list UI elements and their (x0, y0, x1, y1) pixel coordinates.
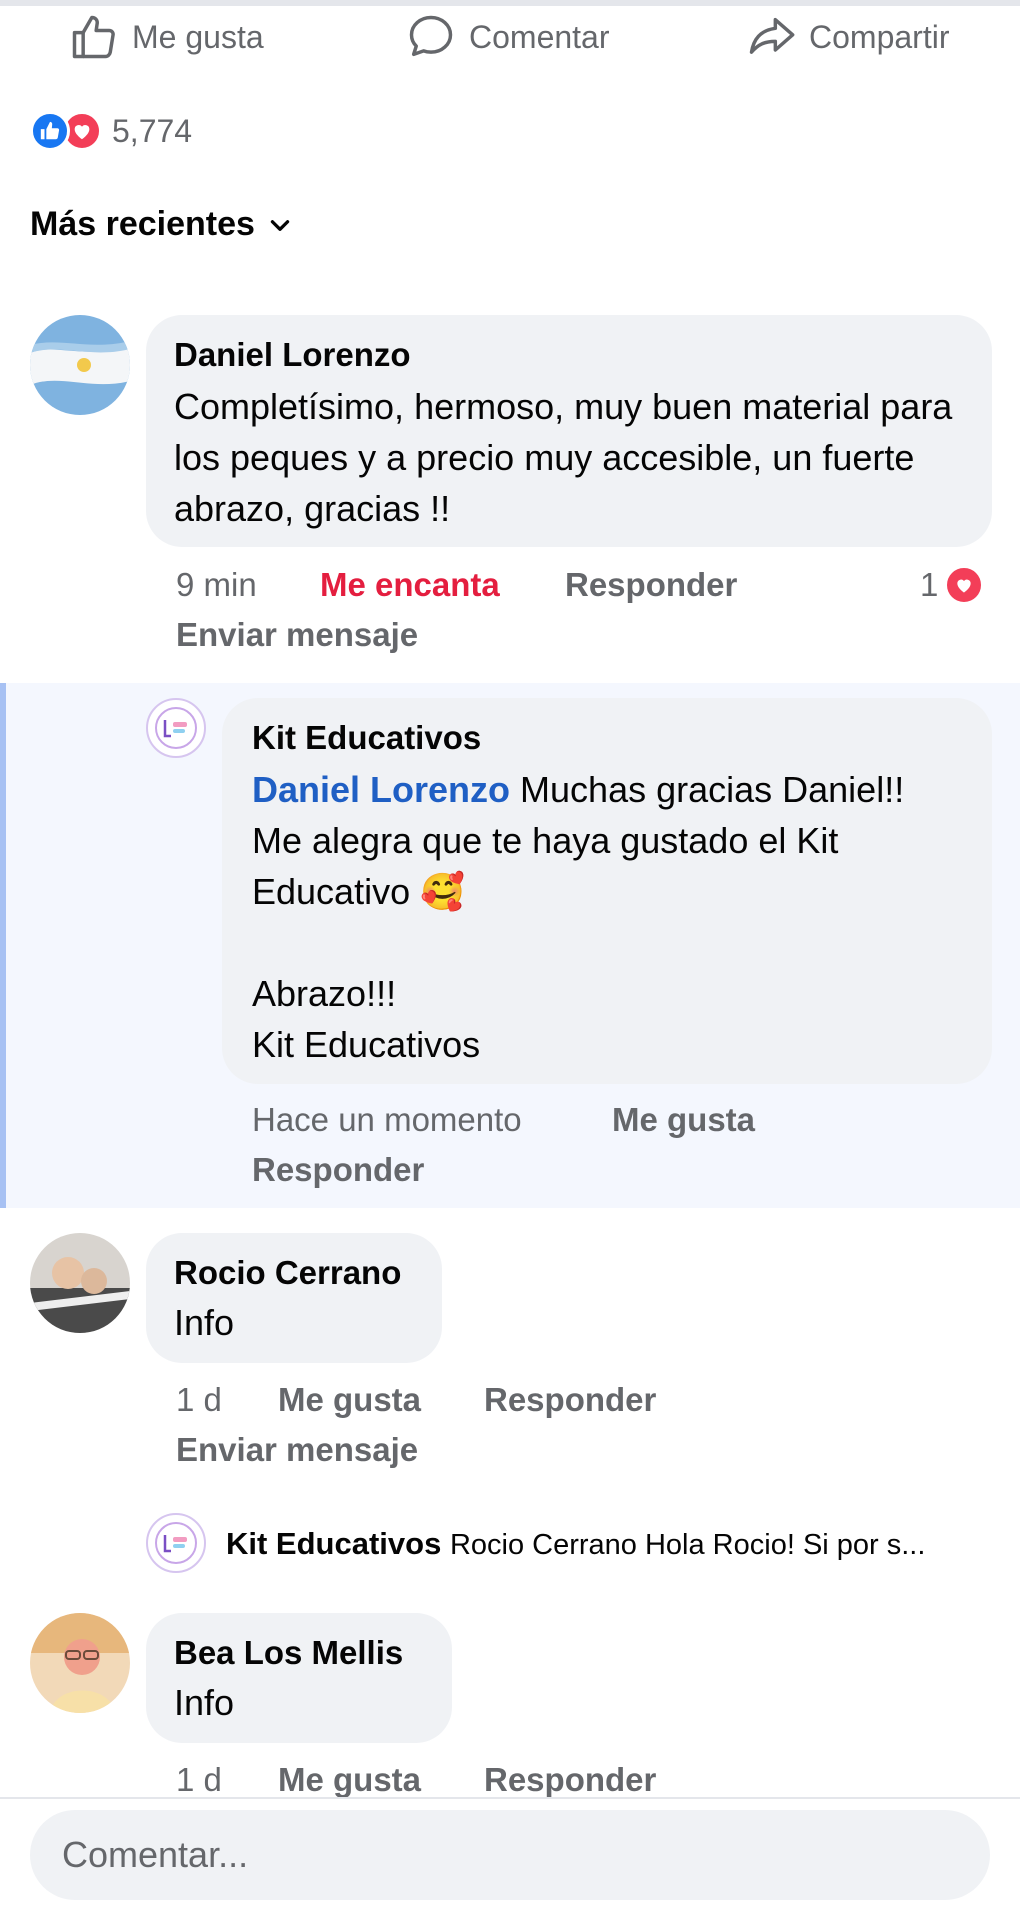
reply-button[interactable]: Responder (565, 565, 737, 605)
love-reaction-button[interactable]: Me encanta (320, 565, 500, 605)
reaction-count-number: 1 (920, 566, 939, 603)
comment-text: Info (174, 1302, 235, 1343)
like-reaction-icon (30, 111, 70, 151)
comment-reaction-count[interactable]: 1 (920, 565, 985, 605)
share-button[interactable]: Compartir (745, 6, 949, 68)
comment-bubble: Bea Los Mellis Info (146, 1613, 452, 1743)
comment-button[interactable]: Comentar (405, 6, 610, 68)
share-label: Compartir (809, 18, 950, 55)
comment-author[interactable]: Rocio Cerrano (174, 1253, 414, 1293)
reply-reply-button[interactable]: Responder (252, 1150, 424, 1190)
like-comment-button[interactable]: Me gusta (278, 1380, 421, 1420)
reply-text: Muchas gracias Daniel!! Me alegra que te… (252, 769, 905, 1065)
comment-time: 9 min (176, 566, 257, 603)
love-icon (944, 565, 985, 605)
share-icon (749, 17, 795, 54)
comment-bubble: Daniel Lorenzo Completísimo, hermoso, mu… (146, 315, 992, 547)
comment-author[interactable]: Daniel Lorenzo (174, 335, 964, 375)
reply-preview[interactable]: Kit Educativos Rocio Cerrano Hola Rocio!… (226, 1524, 986, 1565)
comment-text: Info (174, 1682, 235, 1723)
reaction-count: 5,774 (112, 112, 193, 149)
avatar-daniel-lorenzo[interactable] (30, 315, 130, 415)
reply-button[interactable]: Responder (484, 1760, 656, 1800)
reply-like-button[interactable]: Me gusta (612, 1100, 755, 1140)
reply-button[interactable]: Responder (484, 1380, 656, 1420)
send-message-button[interactable]: Enviar mensaje (176, 1430, 418, 1470)
reply-thread-indicator (0, 683, 6, 1208)
comment-text: Completísimo, hermoso, muy buen material… (174, 386, 963, 529)
reply-bubble: Kit Educativos Daniel Lorenzo Muchas gra… (222, 698, 992, 1084)
thumbs-up-icon (72, 15, 115, 59)
avatar-kit-educativos[interactable] (146, 1513, 206, 1573)
sort-label: Más recientes (30, 205, 255, 243)
sort-dropdown[interactable]: Más recientes (30, 205, 293, 244)
send-message-button[interactable]: Enviar mensaje (176, 615, 418, 655)
like-comment-button[interactable]: Me gusta (278, 1760, 421, 1800)
like-button[interactable]: Me gusta (68, 6, 264, 68)
avatar-rocio-cerrano[interactable] (30, 1233, 130, 1333)
reactions-summary[interactable]: 5,774 (30, 108, 192, 154)
avatar-kit-educativos[interactable] (146, 698, 206, 758)
reply-text-block: Daniel Lorenzo Muchas gracias Daniel!! M… (252, 764, 962, 1070)
reply-preview-text: Rocio Cerrano Hola Rocio! Si por s... (449, 1529, 926, 1561)
composer-divider (0, 1797, 1020, 1799)
comment-label: Comentar (469, 18, 610, 55)
like-label: Me gusta (132, 18, 264, 55)
reply-preview-author: Kit Educativos (226, 1526, 442, 1561)
comment-input[interactable] (30, 1810, 990, 1900)
reply-author[interactable]: Kit Educativos (252, 718, 962, 758)
chevron-down-icon (270, 219, 290, 231)
comment-time: 1 d (176, 1381, 222, 1418)
avatar-bea-los-mellis[interactable] (30, 1613, 130, 1713)
mention-link[interactable]: Daniel Lorenzo (252, 769, 510, 810)
reply-time: Hace un momento (252, 1101, 522, 1138)
comment-icon (409, 15, 453, 57)
comment-bubble: Rocio Cerrano Info (146, 1233, 442, 1363)
comment-time: 1 d (176, 1761, 222, 1798)
comment-author[interactable]: Bea Los Mellis (174, 1633, 424, 1673)
